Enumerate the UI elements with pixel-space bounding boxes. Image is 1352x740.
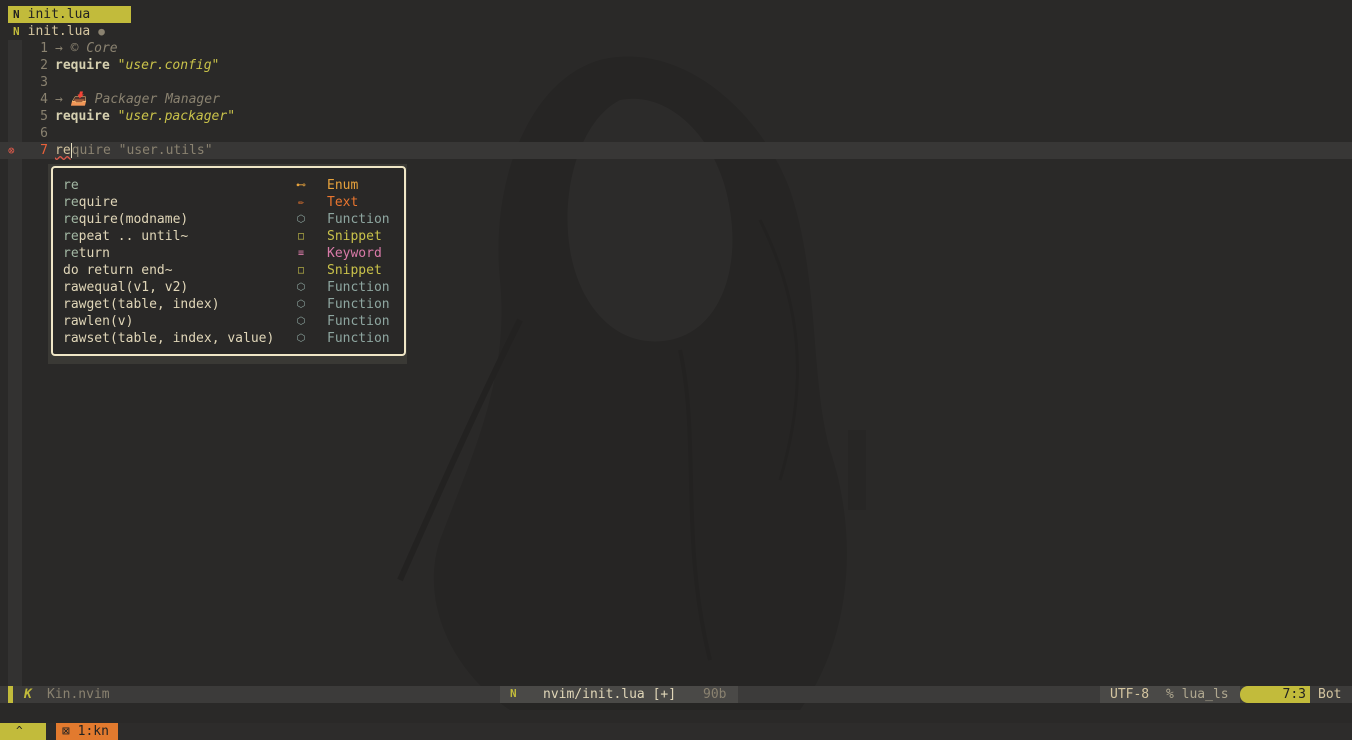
function-icon: ⬡: [296, 214, 306, 225]
function-icon: ⬡: [296, 282, 306, 293]
completion-label: repeat .. until~: [63, 229, 189, 244]
function-icon: ⬡: [296, 333, 306, 344]
tmux-session[interactable]: ^: [0, 723, 46, 740]
mode-icon: K: [24, 687, 32, 702]
file-size: 90b: [703, 687, 727, 702]
completion-label: require: [63, 195, 118, 210]
code-text: require "user.packager": [55, 109, 235, 124]
neovim-icon: N: [510, 687, 517, 700]
tmux-window-tab[interactable]: ⊠ 1:kn: [56, 723, 118, 740]
editor-line-7-current[interactable]: ⊗ 7 require "user.utils": [0, 142, 1352, 159]
modified-indicator: ●: [98, 25, 105, 38]
line-number: 2: [40, 58, 48, 73]
completion-label: rawget(table, index): [63, 297, 220, 312]
comment: → © Core: [55, 41, 118, 56]
completion-item[interactable]: rawlen(v) ⬡ Function: [63, 313, 398, 330]
winbar-filename: init.lua: [27, 24, 91, 39]
completion-label: rawlen(v): [63, 314, 134, 329]
editor-line-4[interactable]: 4 → 📥 Packager Manager: [0, 91, 1352, 108]
completion-kind: Text: [327, 195, 359, 210]
completion-item[interactable]: do return end~ □ Snippet: [63, 262, 398, 279]
completion-item[interactable]: re ⊷ Enum: [63, 177, 398, 194]
line-number: 3: [40, 75, 48, 90]
cursor-position: 7:3: [1240, 686, 1310, 703]
text-icon: ✏: [297, 197, 305, 208]
completion-menu: re ⊷ Enum require ✏ Text require(modname…: [51, 166, 406, 356]
completion-item[interactable]: repeat .. until~ □ Snippet: [63, 228, 398, 245]
string: "user.config": [117, 58, 220, 73]
completion-label: rawset(table, index, value): [63, 331, 275, 346]
tabline: N init.lua: [0, 6, 1352, 23]
code-text: require "user.utils": [55, 143, 213, 158]
keyword: require: [55, 109, 110, 124]
editor-line-5[interactable]: 5 require "user.packager": [0, 108, 1352, 125]
snippet-icon: □: [297, 265, 305, 276]
completion-label: rawequal(v1, v2): [63, 280, 189, 295]
completion-kind: Function: [327, 314, 390, 329]
typed-text: re: [55, 143, 71, 158]
completion-label: re: [63, 178, 79, 193]
code-text: require "user.config": [55, 58, 219, 73]
completion-kind: Snippet: [327, 263, 382, 278]
keyword-icon: ≡: [297, 248, 305, 259]
completion-kind: Enum: [327, 178, 359, 193]
line-number: 4: [40, 92, 48, 107]
completion-item[interactable]: return ≡ Keyword: [63, 245, 398, 262]
function-icon: ⬡: [296, 316, 306, 327]
completion-kind: Keyword: [327, 246, 382, 261]
completion-kind: Function: [327, 297, 390, 312]
winbar: N init.lua ●: [8, 23, 105, 40]
config-name: Kin.nvim: [47, 687, 110, 702]
neovim-icon: N: [13, 8, 20, 21]
caret-icon: ^: [16, 724, 23, 737]
editor-line-2[interactable]: 2 require "user.config": [0, 57, 1352, 74]
buffer-tab-init-lua[interactable]: N init.lua: [8, 6, 131, 23]
error-sign-icon: ⊗: [8, 144, 15, 157]
completion-label: require(modname): [63, 212, 189, 227]
editor-line-1[interactable]: 1 → © Core: [0, 40, 1352, 57]
lsp-client: % lua_ls: [1166, 687, 1229, 702]
completion-label: return: [63, 246, 110, 261]
tmux-window-label: ⊠ 1:kn: [62, 724, 109, 739]
completion-item[interactable]: rawget(table, index) ⬡ Function: [63, 296, 398, 313]
line-number: 7: [40, 143, 48, 158]
line-number: 5: [40, 109, 48, 124]
statusline: K Kin.nvim N nvim/init.lua [+] 90b UTF-8…: [0, 686, 1352, 703]
snippet-icon: □: [297, 231, 305, 242]
file-encoding: UTF-8: [1110, 687, 1150, 702]
line-number: 6: [40, 126, 48, 141]
enum-icon: ⊷: [296, 180, 306, 191]
completion-kind: Function: [327, 280, 390, 295]
tmux-statusbar: ^ ⊠ 1:kn: [0, 723, 1352, 740]
string: "user.packager": [117, 109, 236, 124]
keyword: require: [55, 58, 110, 73]
line-number: 1: [40, 41, 48, 56]
editor-line-6[interactable]: 6: [0, 125, 1352, 142]
buffer-tab-label: init.lua: [27, 7, 91, 22]
completion-kind: Function: [327, 331, 390, 346]
editor-line-3[interactable]: 3: [0, 74, 1352, 91]
ghost-text-suggestion: quire "user.utils": [71, 143, 213, 158]
mode-indicator: [8, 686, 13, 703]
completion-item[interactable]: require(modname) ⬡ Function: [63, 211, 398, 228]
comment: → 📥 Packager Manager: [55, 92, 220, 107]
completion-item[interactable]: rawequal(v1, v2) ⬡ Function: [63, 279, 398, 296]
function-icon: ⬡: [296, 299, 306, 310]
completion-kind: Function: [327, 212, 390, 227]
file-path[interactable]: nvim/init.lua [+]: [543, 687, 676, 702]
neovim-icon: N: [13, 25, 20, 38]
completion-item[interactable]: require ✏ Text: [63, 194, 398, 211]
completion-kind: Snippet: [327, 229, 382, 244]
scroll-position: Bot: [1318, 687, 1342, 702]
completion-label: do return end~: [63, 263, 173, 278]
completion-item[interactable]: rawset(table, index, value) ⬡ Function: [63, 330, 398, 347]
